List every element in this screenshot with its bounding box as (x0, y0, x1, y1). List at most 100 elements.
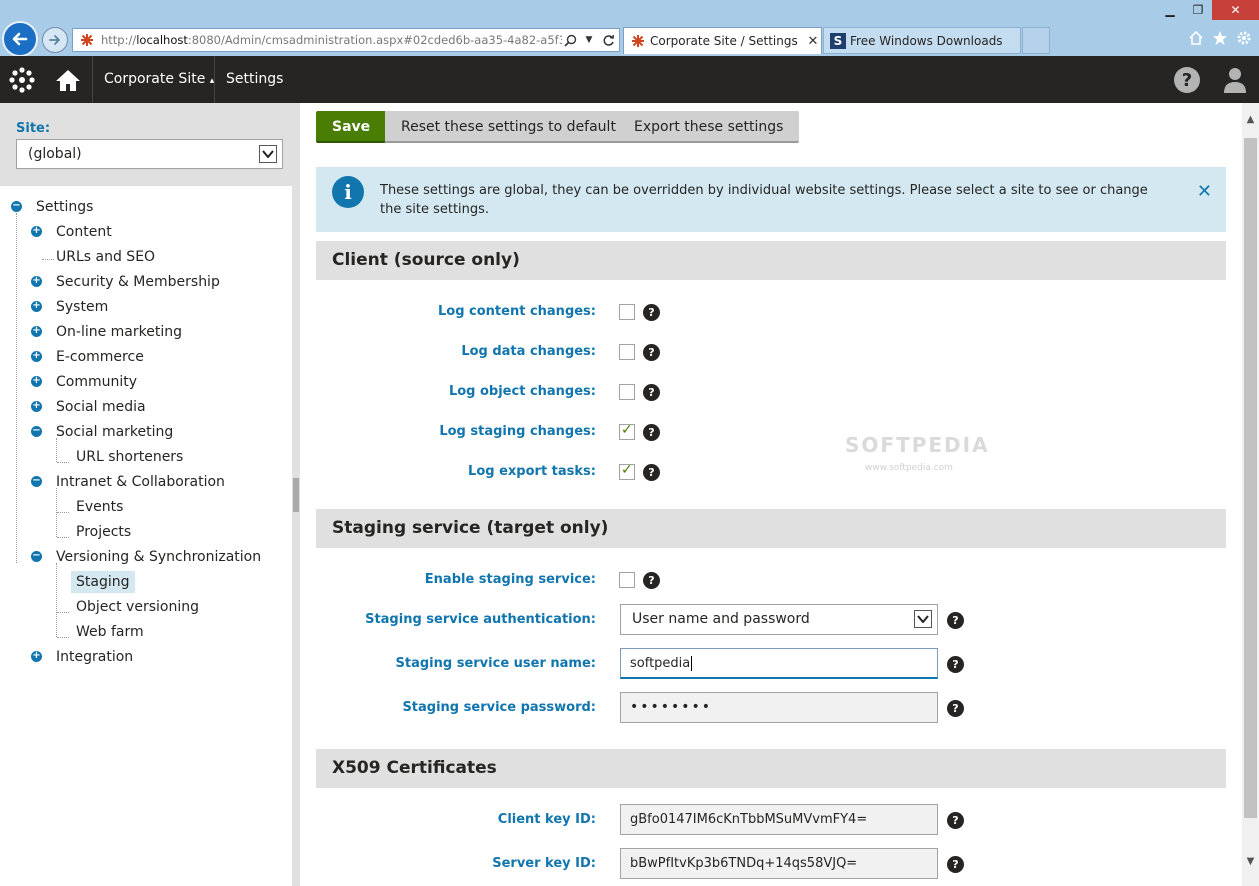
help-icon[interactable]: ? (643, 304, 660, 321)
breadcrumb-settings[interactable]: Settings (226, 56, 283, 103)
expand-icon[interactable]: + (31, 401, 42, 412)
expand-icon[interactable]: + (31, 351, 42, 362)
tree-item-versioning-synchronization[interactable]: Versioning & Synchronization (56, 546, 261, 568)
tree-item-events[interactable]: Events (76, 496, 123, 518)
dropdown-arrow-icon[interactable]: ▼ (581, 35, 597, 45)
tree-item-integration[interactable]: Integration (56, 646, 133, 668)
address-bar[interactable]: http://localhost:8080/Admin/cmsadministr… (72, 28, 620, 52)
help-icon[interactable]: ? (947, 700, 964, 717)
collapse-icon[interactable]: − (31, 551, 42, 562)
enable-staging-checkbox[interactable] (619, 572, 635, 588)
staging-auth-select[interactable]: User name and password (620, 604, 938, 635)
tab-corporate-site-settings[interactable]: Corporate Site / Settings ✕ (623, 27, 822, 54)
help-icon[interactable]: ? (643, 464, 660, 481)
site-switcher[interactable]: Corporate Site ▴ (104, 56, 214, 103)
help-icon[interactable]: ? (643, 344, 660, 361)
tree-item-content[interactable]: Content (56, 221, 112, 243)
expand-icon[interactable]: + (31, 326, 42, 337)
back-button[interactable] (2, 21, 38, 57)
tree-item-online-marketing[interactable]: On-line marketing (56, 321, 182, 343)
help-icon[interactable]: ? (1174, 67, 1200, 93)
tree-item-projects[interactable]: Projects (76, 521, 131, 543)
staging-username-value: softpedia (630, 656, 691, 671)
expand-icon[interactable]: + (31, 276, 42, 287)
tab-close-icon[interactable]: ✕ (805, 34, 821, 49)
help-icon[interactable]: ? (947, 812, 964, 829)
vertical-scrollbar[interactable]: ▲ ▼ (1242, 103, 1259, 886)
expand-icon[interactable]: + (31, 301, 42, 312)
section-staging-service: Staging service (target only) (316, 509, 1226, 548)
site-selector-box: Site: (global) (0, 103, 292, 186)
chevron-down-icon[interactable] (259, 145, 277, 163)
scrollbar-thumb[interactable] (1244, 138, 1257, 818)
window-controls: ▁ ❐ ✕ (1156, 0, 1259, 20)
collapse-icon[interactable]: − (11, 201, 22, 212)
window-close-icon[interactable]: ✕ (1212, 0, 1259, 20)
tree-connector (57, 512, 69, 513)
tree-item-url-shorteners[interactable]: URL shorteners (76, 446, 183, 468)
tree-item-community[interactable]: Community (56, 371, 137, 393)
tree-item-ecommerce[interactable]: E-commerce (56, 346, 144, 368)
home-button[interactable] (44, 56, 92, 103)
scroll-up-icon[interactable]: ▲ (1242, 111, 1259, 128)
restore-icon[interactable]: ❐ (1184, 0, 1212, 20)
expand-icon[interactable]: + (31, 376, 42, 387)
home-icon[interactable] (1187, 29, 1205, 47)
staging-username-input[interactable]: softpedia (620, 648, 938, 679)
minimize-icon[interactable]: ▁ (1156, 0, 1184, 20)
export-settings-button[interactable]: Export these settings (618, 111, 800, 143)
tree-connector (57, 637, 69, 638)
expand-icon[interactable]: + (31, 226, 42, 237)
help-icon[interactable]: ? (947, 612, 964, 629)
client-key-id-label: Client key ID: (497, 812, 596, 827)
refresh-icon[interactable] (600, 34, 616, 47)
tree-item-web-farm[interactable]: Web farm (76, 621, 144, 643)
scroll-down-icon[interactable]: ▼ (1242, 853, 1259, 870)
favorites-star-icon[interactable] (1211, 29, 1229, 47)
browser-chrome: ▁ ❐ ✕ http://localhost:8080/Admin/cmsadm… (0, 0, 1259, 57)
new-tab-button[interactable] (1022, 27, 1050, 54)
expand-icon[interactable]: + (31, 651, 42, 662)
log-export-tasks-label: Log export tasks: (468, 464, 596, 479)
collapse-icon[interactable]: − (31, 476, 42, 487)
tab-free-windows-downloads[interactable]: S Free Windows Downloads (823, 27, 1021, 54)
help-icon[interactable]: ? (643, 572, 660, 589)
help-icon[interactable]: ? (643, 424, 660, 441)
log-content-changes-checkbox[interactable] (619, 304, 635, 320)
forward-button[interactable] (42, 27, 68, 53)
save-button[interactable]: Save (316, 111, 387, 143)
tree-item-settings[interactable]: Settings (36, 196, 93, 218)
text-caret (691, 656, 693, 671)
staging-password-input[interactable]: •••••••• (620, 692, 938, 723)
softpedia-favicon-icon: S (830, 32, 846, 49)
tree-item-social-marketing[interactable]: Social marketing (56, 421, 173, 443)
kentico-logo-icon[interactable] (0, 56, 44, 103)
close-icon[interactable]: ✕ (1197, 181, 1212, 202)
chevron-down-icon[interactable] (914, 610, 932, 628)
tree-item-security-membership[interactable]: Security & Membership (56, 271, 220, 293)
server-key-id-input[interactable]: bBwPfItvKp3b6TNDq+14qs58VJQ= (620, 848, 938, 879)
help-icon[interactable]: ? (643, 384, 660, 401)
log-data-changes-checkbox[interactable] (619, 344, 635, 360)
site-select[interactable]: (global) (16, 139, 283, 169)
reset-settings-button[interactable]: Reset these settings to default (385, 111, 632, 143)
tools-gear-icon[interactable] (1235, 29, 1253, 47)
user-avatar-icon[interactable] (1222, 66, 1248, 94)
tree-item-social-media[interactable]: Social media (56, 396, 146, 418)
tree-item-object-versioning[interactable]: Object versioning (76, 596, 199, 618)
log-object-changes-checkbox[interactable] (619, 384, 635, 400)
client-key-id-input[interactable]: gBfo0147IM6cKnTbbMSuMVvmFY4= (620, 804, 938, 835)
tree-item-system[interactable]: System (56, 296, 108, 318)
help-icon[interactable]: ? (947, 656, 964, 673)
tree-item-urls-seo[interactable]: URLs and SEO (56, 246, 155, 268)
help-icon[interactable]: ? (947, 856, 964, 873)
log-export-tasks-checkbox[interactable] (619, 462, 635, 480)
panel-splitter[interactable] (292, 103, 300, 886)
tree-item-staging[interactable]: Staging (71, 571, 135, 593)
site-label: Site: (16, 121, 51, 136)
search-icon[interactable] (562, 34, 578, 47)
splitter-handle[interactable] (293, 478, 299, 512)
collapse-icon[interactable]: − (31, 426, 42, 437)
tree-item-intranet-collaboration[interactable]: Intranet & Collaboration (56, 471, 225, 493)
log-staging-changes-checkbox[interactable] (619, 422, 635, 440)
